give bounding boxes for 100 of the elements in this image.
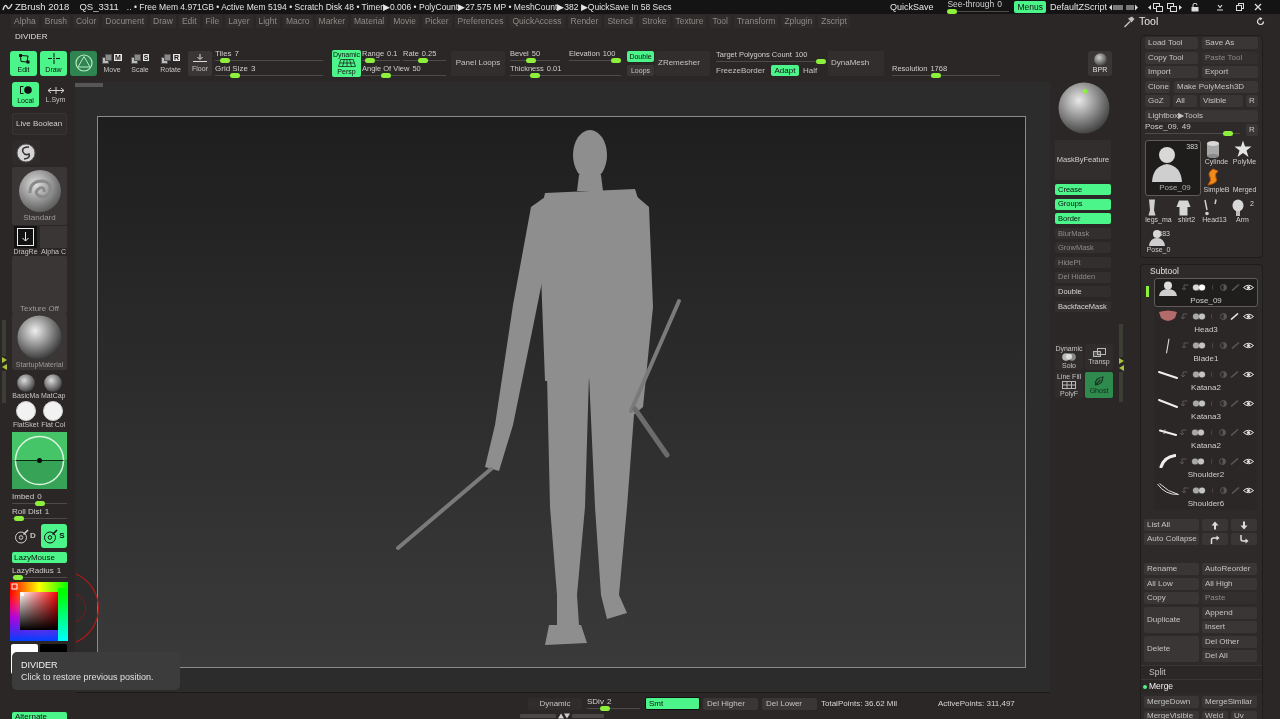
toggle-icon[interactable] [1191, 370, 1206, 378]
restore-icon[interactable] [1236, 3, 1244, 11]
canvas[interactable] [97, 116, 1026, 668]
lightbox-button[interactable]: Lightbox▶Tools [1145, 109, 1258, 122]
slider-thumb[interactable] [364, 57, 375, 63]
tool-file-button[interactable]: Import [1145, 66, 1198, 78]
slider-left-icon[interactable] [1109, 3, 1123, 11]
subtool-item[interactable]: Pose_09 [1154, 278, 1258, 307]
slider-thumb[interactable] [14, 516, 25, 521]
duplicate-button[interactable]: Duplicate [1144, 606, 1199, 633]
menu-item[interactable]: Render [567, 15, 602, 28]
tray-arrows-icon[interactable] [2, 356, 8, 371]
subtool-item[interactable]: Shoulder2 [1154, 452, 1258, 481]
slider-thumb[interactable] [816, 58, 826, 64]
toggle-icon[interactable] [1192, 341, 1207, 349]
slider-thumb[interactable] [947, 9, 958, 14]
unlock-icon[interactable] [1191, 2, 1199, 12]
grid-slider[interactable]: Tiles 7 [215, 48, 323, 63]
subpalette-header[interactable]: Merge [1141, 679, 1262, 693]
menu-item[interactable]: Marker [315, 15, 348, 28]
del-lower-button[interactable]: Del Lower [762, 697, 817, 710]
sculptris-button[interactable] [70, 50, 97, 76]
dynamic-button[interactable]: Dynamic [528, 697, 582, 710]
subtool-item[interactable]: Katana2 [1154, 365, 1258, 394]
window-right-icon[interactable] [1167, 2, 1182, 12]
up-down-arrows-icon[interactable] [558, 713, 570, 719]
draw-mode-button[interactable]: S [41, 524, 67, 548]
merge-button[interactable]: MergeVisible [1144, 711, 1199, 719]
menu-item[interactable]: Light [255, 15, 280, 28]
reset-button[interactable]: R [1246, 124, 1258, 136]
list-all-button[interactable]: List All [1144, 519, 1199, 531]
menu-item[interactable]: QuickAccess [509, 15, 565, 28]
zremesher-button[interactable]: ZRemesher [655, 50, 710, 76]
current-tool-slider[interactable]: Pose_09. 49 [1145, 122, 1240, 136]
slider-thumb[interactable] [530, 72, 541, 78]
subtool-action-button[interactable]: Rename [1144, 563, 1199, 575]
scrollbar[interactable] [75, 83, 103, 87]
gyro-icon[interactable] [12, 432, 67, 489]
toggle-icon[interactable] [1191, 399, 1206, 407]
slider-track[interactable] [12, 516, 67, 521]
subtool-item[interactable]: Katana3 [1154, 394, 1258, 423]
live-boolean-button[interactable]: Live Boolean [12, 113, 67, 135]
see-through-slider[interactable]: See-through 0 [947, 0, 1010, 14]
goz-button[interactable]: R [1246, 95, 1258, 107]
goz-button[interactable]: Visible [1200, 95, 1243, 107]
minimize-icon[interactable] [1216, 3, 1224, 11]
menu-item[interactable]: Transform [734, 15, 779, 28]
slider-track[interactable] [716, 58, 826, 64]
delete-option-button[interactable]: Del Other [1202, 635, 1257, 648]
tool-file-button[interactable]: Copy Tool [1145, 51, 1198, 64]
eye-icon[interactable] [1242, 399, 1254, 407]
lazy-radius-slider[interactable]: LazyRadius 1 [12, 566, 67, 580]
slider-track[interactable] [215, 72, 323, 78]
eye-icon[interactable] [1242, 341, 1254, 349]
menu-item[interactable]: Edit [178, 15, 200, 28]
eye-icon[interactable] [1242, 486, 1254, 494]
menu-item[interactable]: Tool [709, 15, 731, 28]
menu-item[interactable]: Layer [225, 15, 253, 28]
grid-slider[interactable]: Grid Size 3 [215, 63, 323, 78]
panel-arrows-icon[interactable] [1119, 357, 1125, 372]
goz-button[interactable]: GoZ [1145, 95, 1170, 107]
merge-button[interactable]: Weld [1202, 711, 1228, 719]
swirl-button[interactable] [12, 140, 40, 165]
slider-thumb[interactable] [1223, 131, 1234, 136]
slider-thumb[interactable] [13, 575, 24, 580]
half-button[interactable]: Half [801, 65, 819, 76]
eye-icon[interactable] [1242, 283, 1254, 291]
slider-thumb[interactable] [34, 501, 45, 506]
toggle-icon[interactable] [1190, 457, 1205, 465]
eye-icon[interactable] [1243, 428, 1254, 436]
subpalette-header[interactable]: Split [1141, 665, 1262, 679]
bent-arrow-button[interactable] [1202, 533, 1228, 545]
slider-track[interactable] [12, 575, 67, 580]
panel-loops-button[interactable]: Panel Loops [451, 50, 505, 76]
circular-arrow-icon[interactable] [1256, 17, 1265, 26]
menu-item[interactable]: Brush [41, 15, 70, 28]
close-icon[interactable] [1254, 3, 1262, 11]
slider-thumb[interactable] [417, 57, 428, 63]
menu-item[interactable]: Stroke [638, 15, 670, 28]
scrollbar[interactable] [520, 714, 556, 718]
bent-arrow-button[interactable] [1231, 533, 1257, 545]
auto-collapse-button[interactable]: Auto Collapse [1144, 533, 1199, 545]
slider-thumb[interactable] [229, 72, 240, 78]
duplicate-option-button[interactable]: Append [1202, 606, 1257, 619]
tool-file-button[interactable]: Export [1202, 66, 1258, 78]
toggle-icon[interactable] [1192, 283, 1207, 291]
merge-button[interactable]: Uv [1231, 711, 1257, 719]
subtool-action-button[interactable]: All High [1202, 577, 1257, 590]
move-up-button[interactable] [1202, 519, 1228, 531]
slider-thumb[interactable] [611, 57, 621, 63]
menu-item[interactable]: Color [72, 15, 100, 28]
subtool-action-button[interactable]: Copy [1144, 592, 1199, 604]
toggle-icon[interactable] [1191, 312, 1206, 320]
brush-button[interactable]: Standard [12, 167, 67, 225]
clone-button[interactable]: Clone [1145, 80, 1170, 93]
subtool-item[interactable]: Katana2 [1154, 423, 1258, 452]
slider-thumb[interactable] [931, 73, 942, 78]
quicksave-button[interactable]: QuickSave [889, 2, 934, 12]
delete-button[interactable]: Delete [1144, 635, 1199, 662]
adapt-button[interactable]: Adapt [770, 65, 799, 76]
